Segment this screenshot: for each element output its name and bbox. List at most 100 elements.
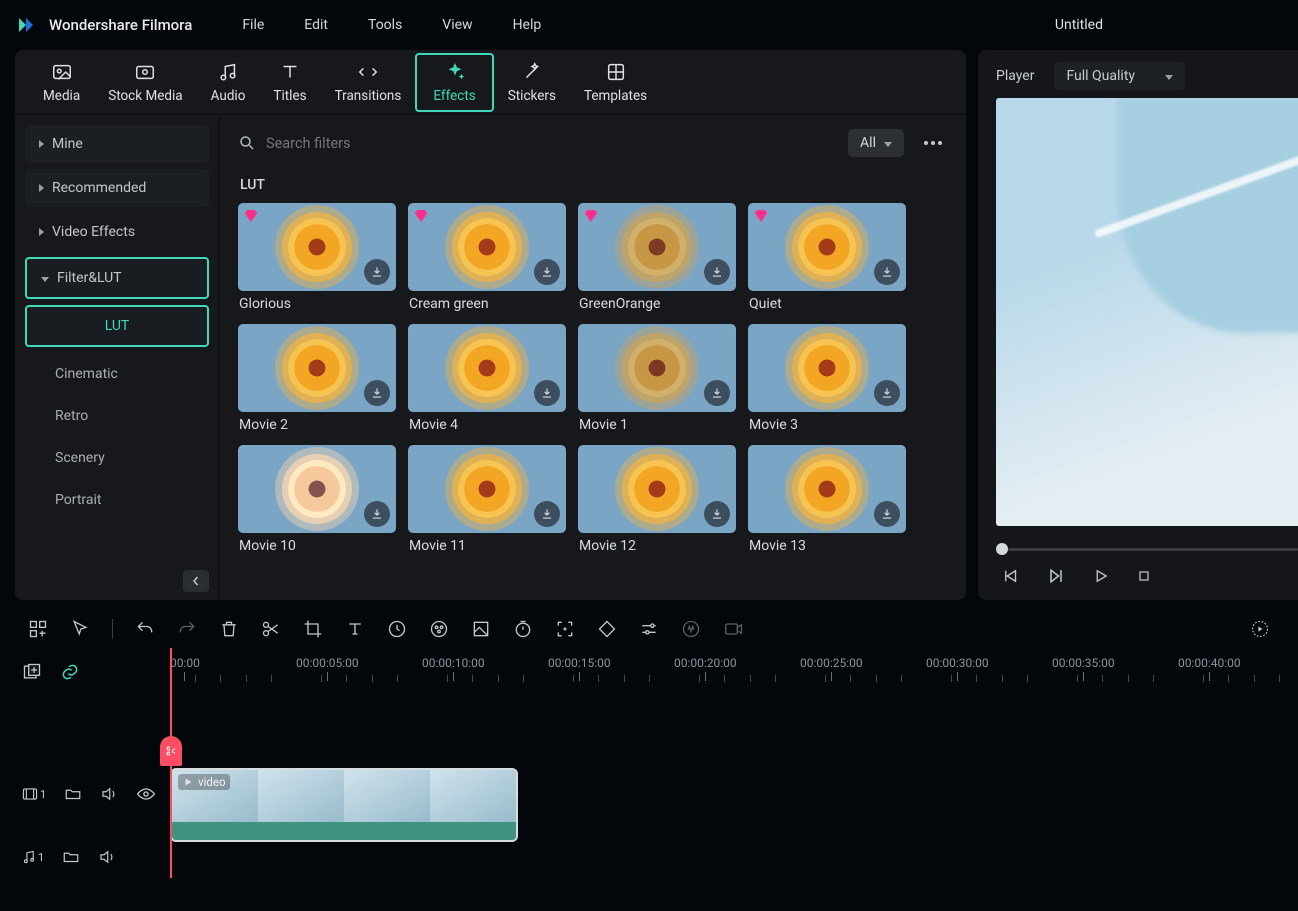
download-button[interactable] xyxy=(364,501,390,527)
render-icon[interactable] xyxy=(1250,619,1270,639)
sidebar-sub-scenery[interactable]: Scenery xyxy=(25,437,209,479)
menu-file[interactable]: File xyxy=(242,17,264,33)
lut-card[interactable]: Glorious xyxy=(238,203,396,312)
sidebar-sub-cinematic[interactable]: Cinematic xyxy=(25,353,209,395)
music-icon xyxy=(22,849,36,865)
lut-card[interactable]: Movie 10 xyxy=(238,445,396,554)
folder-icon[interactable] xyxy=(64,785,82,803)
sidebar-sub-retro[interactable]: Retro xyxy=(25,395,209,437)
volume-icon[interactable] xyxy=(100,785,118,803)
ruler-tick: 00:00:05:00 xyxy=(296,656,359,681)
sidebar-collapse-button[interactable] xyxy=(183,570,209,592)
clip-label-text: video xyxy=(198,775,226,789)
trash-icon[interactable] xyxy=(219,619,239,639)
download-button[interactable] xyxy=(874,259,900,285)
lut-card[interactable]: Movie 3 xyxy=(748,324,906,433)
keyframe-icon[interactable] xyxy=(597,619,617,639)
play-icon[interactable] xyxy=(1092,567,1110,585)
preview-scrubber[interactable] xyxy=(996,538,1298,560)
camera-icon[interactable] xyxy=(723,619,745,639)
tab-stickers[interactable]: Stickers xyxy=(494,57,570,108)
step-forward-icon[interactable] xyxy=(1046,566,1066,586)
sliders-icon[interactable] xyxy=(639,619,659,639)
menu-view[interactable]: View xyxy=(442,17,472,33)
skip-back-icon[interactable] xyxy=(1002,567,1020,585)
download-button[interactable] xyxy=(364,380,390,406)
timer-icon[interactable] xyxy=(513,619,533,639)
link-icon[interactable] xyxy=(60,662,80,682)
download-button[interactable] xyxy=(364,259,390,285)
speed-icon[interactable] xyxy=(387,619,407,639)
grid-add-icon[interactable] xyxy=(28,619,48,639)
sidebar-item-recommended[interactable]: Recommended xyxy=(25,169,209,207)
folder-icon[interactable] xyxy=(62,848,80,866)
mask-icon[interactable] xyxy=(471,619,491,639)
premium-gem-icon xyxy=(753,208,769,224)
filter-dropdown[interactable]: All xyxy=(848,129,904,157)
app-logo-icon xyxy=(15,13,39,37)
video-clip[interactable]: video xyxy=(170,768,518,842)
lut-card[interactable]: Movie 12 xyxy=(578,445,736,554)
download-button[interactable] xyxy=(874,501,900,527)
text-tool-icon[interactable] xyxy=(345,619,365,639)
search-input[interactable] xyxy=(266,135,838,152)
lut-card[interactable]: Quiet xyxy=(748,203,906,312)
sidebar-item-lut[interactable]: LUT xyxy=(25,305,209,347)
stop-icon[interactable] xyxy=(1136,568,1152,584)
undo-icon[interactable] xyxy=(135,619,155,639)
lut-card[interactable]: Movie 13 xyxy=(748,445,906,554)
download-button[interactable] xyxy=(704,501,730,527)
music-note-icon xyxy=(217,61,239,83)
lut-card[interactable]: Movie 4 xyxy=(408,324,566,433)
lut-card[interactable]: Cream green xyxy=(408,203,566,312)
sidebar-label: Mine xyxy=(52,136,83,152)
crop-icon[interactable] xyxy=(303,619,323,639)
tab-stock-media[interactable]: Stock Media xyxy=(94,57,196,108)
cursor-icon[interactable] xyxy=(70,619,90,639)
lut-label: Movie 1 xyxy=(578,417,736,433)
menu-tools[interactable]: Tools xyxy=(368,17,402,33)
sidebar-label: Filter&LUT xyxy=(57,270,122,286)
download-button[interactable] xyxy=(874,380,900,406)
effects-grid: GloriousCream greenGreenOrangeQuiet Movie… xyxy=(238,203,948,554)
lut-card[interactable]: Movie 11 xyxy=(408,445,566,554)
tab-titles[interactable]: Titles xyxy=(259,57,320,108)
add-track-icon[interactable] xyxy=(22,662,42,682)
download-button[interactable] xyxy=(534,501,560,527)
focus-icon[interactable] xyxy=(555,619,575,639)
tab-audio[interactable]: Audio xyxy=(197,57,260,108)
more-options-button[interactable] xyxy=(914,141,948,145)
volume-icon[interactable] xyxy=(98,848,116,866)
scissors-icon[interactable] xyxy=(261,619,281,639)
effects-sidebar: Mine Recommended Video Effects Filter&LU… xyxy=(15,115,220,600)
sidebar-item-mine[interactable]: Mine xyxy=(25,125,209,163)
menu-edit[interactable]: Edit xyxy=(304,17,328,33)
tab-media[interactable]: Media xyxy=(29,57,94,108)
redo-icon[interactable] xyxy=(177,619,197,639)
tab-templates[interactable]: Templates xyxy=(570,57,661,108)
lut-card[interactable]: Movie 2 xyxy=(238,324,396,433)
lut-label: Movie 4 xyxy=(408,417,566,433)
download-button[interactable] xyxy=(704,380,730,406)
tab-titles-label: Titles xyxy=(273,88,306,104)
download-button[interactable] xyxy=(534,380,560,406)
download-button[interactable] xyxy=(704,259,730,285)
menu-help[interactable]: Help xyxy=(513,17,542,33)
sidebar-item-video-effects[interactable]: Video Effects xyxy=(25,213,209,251)
track-lanes[interactable]: video xyxy=(170,696,1298,900)
sidebar-item-filter-lut[interactable]: Filter&LUT xyxy=(25,257,209,299)
sidebar-sub-portrait[interactable]: Portrait xyxy=(25,479,209,521)
color-icon[interactable] xyxy=(429,619,449,639)
lut-card[interactable]: GreenOrange xyxy=(578,203,736,312)
tab-effects[interactable]: Effects xyxy=(415,53,493,112)
lut-label: Movie 12 xyxy=(578,538,736,554)
tab-transitions[interactable]: Transitions xyxy=(321,57,416,108)
quality-dropdown[interactable]: Full Quality xyxy=(1054,62,1185,90)
timeline-ruler[interactable]: 00:0000:00:05:0000:00:10:0000:00:15:0000… xyxy=(170,648,1298,696)
lut-card[interactable]: Movie 1 xyxy=(578,324,736,433)
ruler-tick: 00:00:15:00 xyxy=(548,656,611,681)
preview-viewport[interactable] xyxy=(996,98,1298,526)
audio-wave-icon[interactable] xyxy=(681,619,701,639)
eye-icon[interactable] xyxy=(136,787,156,801)
download-button[interactable] xyxy=(534,259,560,285)
